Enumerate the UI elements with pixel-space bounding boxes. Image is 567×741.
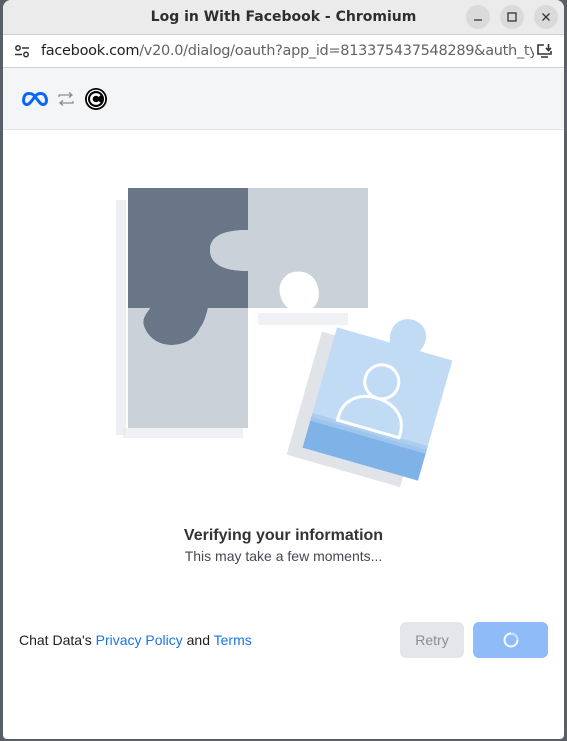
meta-logo-icon: [22, 91, 48, 106]
close-icon: [542, 13, 550, 21]
legal-text: Chat Data's Privacy Policy and Terms: [19, 632, 252, 648]
install-app-icon: [537, 44, 552, 58]
window-title: Log in With Facebook - Chromium: [150, 9, 417, 25]
terms-link[interactable]: Terms: [214, 632, 252, 648]
footer-buttons: Retry: [400, 622, 548, 658]
dialog-header: [3, 68, 564, 130]
chat-data-logo-icon: [85, 87, 107, 110]
status-title: Verifying your information: [183, 527, 384, 544]
legal-prefix: Chat Data's: [19, 632, 96, 648]
url-domain: facebook.com: [41, 43, 140, 59]
maximize-button[interactable]: [500, 5, 524, 29]
window-controls: [466, 5, 558, 29]
swap-arrows-icon: [58, 91, 74, 106]
install-app-button[interactable]: [534, 43, 556, 59]
address-bar: facebook.com/v20.0/dialog/oauth?app_id=8…: [3, 34, 564, 68]
continue-button[interactable]: [473, 622, 548, 658]
close-button[interactable]: [534, 5, 558, 29]
tune-icon: [15, 45, 29, 58]
url-path: /v20.0/dialog/oauth?app_id=8133754375482…: [139, 43, 534, 59]
dialog-footer: Chat Data's Privacy Policy and Terms Ret…: [3, 610, 564, 670]
loading-spinner-icon: [503, 632, 518, 648]
minimize-button[interactable]: [466, 5, 490, 29]
browser-window: Log in With Facebook - Chromium facebook…: [3, 0, 564, 739]
url-field[interactable]: facebook.com/v20.0/dialog/oauth?app_id=8…: [41, 43, 534, 59]
puzzle-illustration: [116, 188, 453, 488]
maximize-icon: [507, 12, 517, 22]
status-subtitle: This may take a few moments...: [184, 548, 383, 564]
site-settings-button[interactable]: [11, 44, 33, 58]
minimize-icon: [474, 19, 482, 21]
title-bar: Log in With Facebook - Chromium: [3, 0, 564, 34]
puzzle-piece-blue: [302, 319, 453, 481]
retry-button[interactable]: Retry: [400, 622, 464, 658]
privacy-policy-link[interactable]: Privacy Policy: [96, 632, 183, 648]
dialog-content: Verifying your information This may take…: [3, 130, 564, 670]
legal-conjunction: and: [182, 632, 214, 648]
